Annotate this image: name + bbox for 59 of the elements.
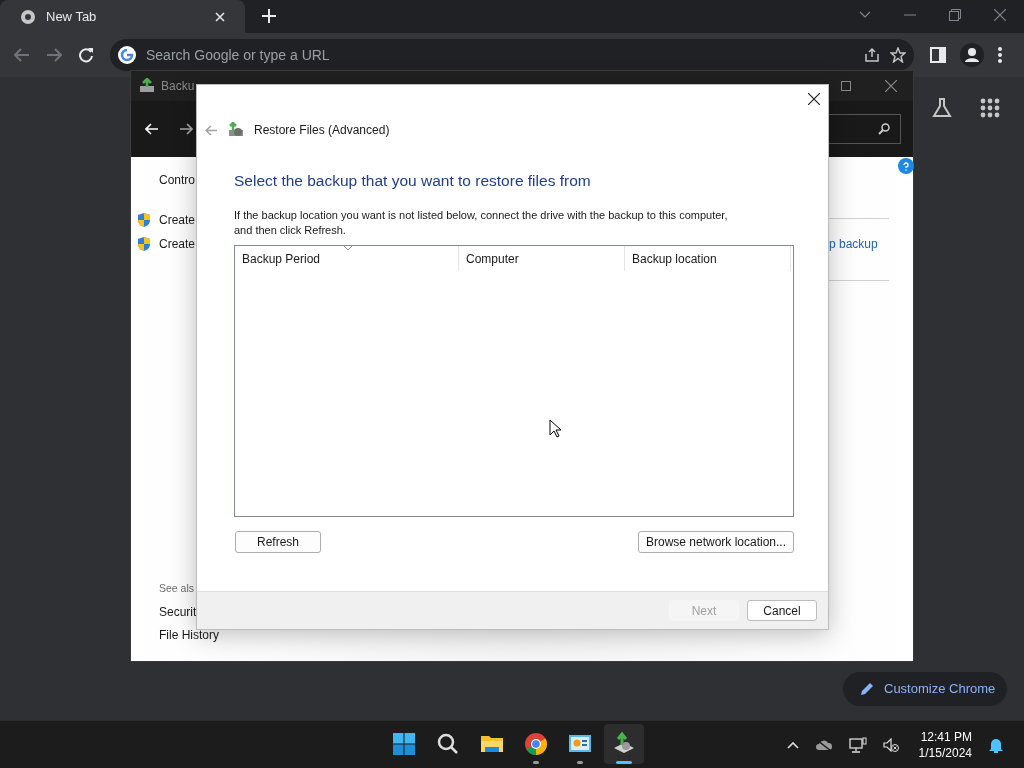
backup-link[interactable]: p backup: [829, 235, 878, 253]
forward-arrow-icon[interactable]: [179, 123, 193, 135]
window-title: Backu: [161, 78, 195, 95]
sidebar-link[interactable]: Create: [159, 211, 196, 229]
apps-grid-icon[interactable]: [980, 98, 1000, 118]
more-icon[interactable]: [998, 47, 1002, 63]
chevron-up-icon[interactable]: [786, 740, 799, 749]
muted-speaker-icon[interactable]: [882, 737, 899, 752]
help-icon[interactable]: [898, 158, 914, 174]
column-header[interactable]: Backup Period: [235, 246, 459, 271]
mouse-cursor-icon: [549, 419, 562, 438]
sidebar-link[interactable]: Create: [159, 235, 196, 253]
shield-icon: [137, 236, 151, 252]
tab-title: New Tab: [46, 7, 98, 26]
sidebar-link[interactable]: Contro: [159, 171, 196, 189]
taskbar-button[interactable]: [604, 724, 644, 764]
windows-logo-icon: [392, 732, 416, 756]
clock[interactable]: 12:41 PM 1/15/2024: [918, 728, 972, 761]
search-icon: [878, 123, 890, 135]
clock-date: 1/15/2024: [918, 744, 972, 761]
dialog-heading: Select the backup that you want to restore files from: [234, 171, 591, 191]
google-icon: [118, 46, 136, 64]
cloud-offline-icon[interactable]: [814, 738, 833, 751]
close-icon[interactable]: [808, 93, 820, 105]
dialog-button[interactable]: Cancel: [747, 600, 817, 621]
backup-list[interactable]: Backup Period Computer Backup location: [234, 245, 794, 517]
pencil-icon: [860, 682, 874, 696]
section-label: See als: [159, 581, 195, 596]
chevron-down-icon[interactable]: [859, 11, 871, 19]
backup-icon: [139, 78, 155, 94]
restore-icon[interactable]: [949, 9, 961, 21]
column-header[interactable]: Backup location: [625, 246, 791, 271]
address-bar[interactable]: Search Google or type a URL: [110, 39, 914, 71]
star-icon[interactable]: [890, 47, 906, 63]
flask-icon[interactable]: [932, 98, 952, 118]
maximize-icon[interactable]: [841, 81, 851, 91]
backup-icon: [228, 122, 244, 138]
search-icon: [436, 732, 460, 756]
shield-icon: [137, 212, 151, 228]
dialog-title: Restore Files (Advanced): [254, 122, 390, 139]
reload-icon[interactable]: [78, 47, 94, 63]
customize-chrome-button[interactable]: Customize Chrome: [843, 672, 1007, 706]
sidebar-link[interactable]: File History: [159, 627, 219, 643]
browser-icon: [524, 732, 548, 756]
column-header[interactable]: Computer: [459, 246, 625, 271]
browser-tab[interactable]: New Tab: [0, 0, 245, 33]
new-tab-icon[interactable]: [262, 9, 276, 23]
profile-icon[interactable]: [960, 43, 984, 67]
side-panel-icon[interactable]: [930, 47, 946, 63]
bell-icon[interactable]: [988, 736, 1004, 753]
instructions-text: If the backup location you want is not listed below, connect the drive with the backup to this computer, and then click Refresh.: [234, 208, 729, 238]
refresh-button[interactable]: Refresh: [235, 531, 321, 553]
clock-time: 12:41 PM: [920, 728, 972, 745]
sort-caret-icon: [344, 246, 352, 250]
browse-network-button[interactable]: Browse network location...: [638, 531, 794, 553]
share-icon[interactable]: [864, 47, 880, 63]
backup-drive-icon: [612, 732, 636, 756]
network-icon[interactable]: [848, 736, 867, 753]
question-mark-icon: [903, 161, 909, 171]
